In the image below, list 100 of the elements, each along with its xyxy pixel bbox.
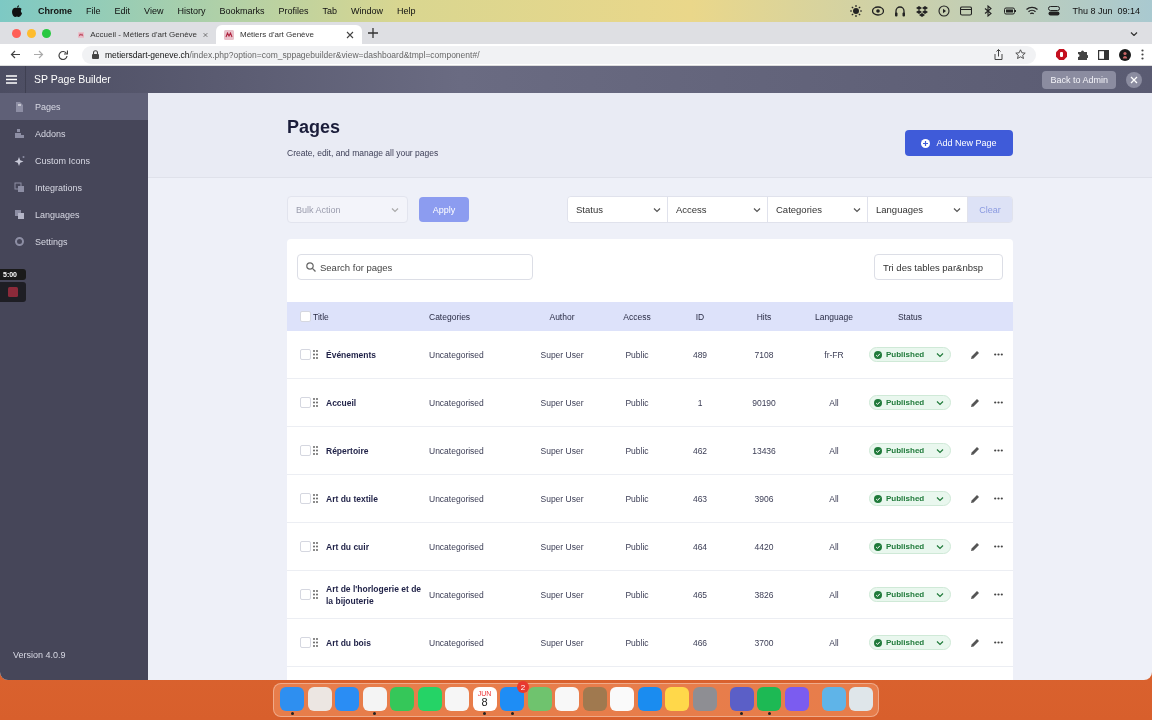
stop-sign-icon[interactable] <box>1056 49 1067 60</box>
search-field[interactable]: Search for pages <box>297 254 533 280</box>
published-dropdown[interactable]: Published <box>869 491 951 506</box>
checkbox[interactable] <box>299 311 311 322</box>
filter-select[interactable]: Languages <box>868 197 968 222</box>
more-icon[interactable] <box>994 401 1003 404</box>
sidebar-item[interactable]: Pages <box>0 93 148 120</box>
published-dropdown[interactable]: Published <box>869 635 951 650</box>
published-dropdown[interactable]: Published <box>869 587 951 602</box>
close-icon[interactable] <box>346 30 354 39</box>
checkbox[interactable] <box>299 493 311 504</box>
pencil-icon[interactable] <box>970 397 980 408</box>
page-title-link[interactable]: Art du textile <box>326 492 378 505</box>
page-title-link[interactable]: Art du bois <box>326 636 371 649</box>
filter-select[interactable]: Categories <box>768 197 868 222</box>
share-icon[interactable] <box>994 49 1003 60</box>
drag-handle-icon[interactable] <box>313 398 318 407</box>
side-panel-icon[interactable] <box>1098 49 1109 60</box>
star-icon[interactable] <box>1015 49 1026 60</box>
pencil-icon[interactable] <box>970 493 980 504</box>
bluetooth-icon <box>982 5 995 17</box>
drag-handle-icon[interactable] <box>313 350 318 359</box>
menu-item[interactable]: Edit <box>114 6 131 16</box>
page-title-link[interactable]: Répertoire <box>326 444 369 457</box>
drag-handle-icon[interactable] <box>313 494 318 503</box>
favicon-icon <box>224 29 234 40</box>
back-icon[interactable] <box>10 50 20 59</box>
clock[interactable]: Thu 8 Jun 09:14 <box>1072 6 1140 16</box>
pencil-icon[interactable] <box>970 445 980 456</box>
menu-item[interactable]: Profiles <box>278 6 309 16</box>
app-icon[interactable] <box>362 687 387 711</box>
app-icon[interactable] <box>445 687 469 711</box>
menu-icon[interactable] <box>6 75 17 84</box>
more-icon[interactable] <box>1141 49 1144 60</box>
close-icon[interactable] <box>1126 71 1142 88</box>
sidebar-item[interactable]: Custom Icons <box>0 147 148 174</box>
page-title-link[interactable]: Art de l'horlogerie et de la bijouterie <box>326 582 425 607</box>
puzzle-icon[interactable] <box>1077 49 1088 60</box>
more-icon[interactable] <box>994 449 1003 452</box>
published-dropdown[interactable]: Published <box>869 443 951 458</box>
menu-item[interactable]: View <box>144 6 164 16</box>
table-cell: Super User <box>540 445 584 456</box>
sort-select[interactable]: Tri des tables par&nbsp <box>874 254 1003 280</box>
sidebar-item[interactable]: Addons <box>0 120 148 147</box>
page-title-link[interactable]: Art du cuir <box>326 540 369 553</box>
drag-handle-icon[interactable] <box>313 446 318 455</box>
pencil-icon[interactable] <box>970 589 980 600</box>
browser-tab[interactable]: Métiers d'art Genève <box>216 25 362 44</box>
table-cell: 3826 <box>754 589 774 600</box>
drag-handle-icon[interactable] <box>313 542 318 551</box>
checkbox[interactable] <box>299 445 311 456</box>
favicon-icon <box>78 29 85 40</box>
menu-item[interactable]: Tab <box>322 6 337 16</box>
published-dropdown[interactable]: Published <box>869 539 951 554</box>
more-icon[interactable] <box>994 545 1003 548</box>
more-icon[interactable] <box>994 497 1003 500</box>
chevron-down-icon <box>936 399 944 406</box>
app-menu[interactable]: Chrome <box>38 6 72 16</box>
menu-item[interactable]: Bookmarks <box>219 6 265 16</box>
checkbox[interactable] <box>299 541 311 552</box>
drag-handle-icon[interactable] <box>313 638 318 647</box>
add-new-page-button[interactable]: Add New Page <box>905 130 1013 156</box>
pencil-icon[interactable] <box>970 349 980 360</box>
checkbox[interactable] <box>299 589 311 600</box>
checkbox[interactable] <box>299 397 311 408</box>
chevron-down-icon[interactable] <box>1130 30 1138 36</box>
checkbox[interactable] <box>299 637 311 648</box>
filter-select[interactable]: Access <box>668 197 768 222</box>
pencil-icon[interactable] <box>970 637 980 648</box>
page-title-link[interactable]: Événements <box>326 348 377 361</box>
table-cell: Uncategorised <box>429 445 484 456</box>
app-icon[interactable] <box>610 687 634 711</box>
pencil-icon[interactable] <box>970 541 980 552</box>
menu-item[interactable]: Help <box>397 6 416 16</box>
app-icon[interactable] <box>555 687 579 711</box>
sidebar-item[interactable]: Languages <box>0 201 148 228</box>
table-cell: Uncategorised <box>429 589 484 600</box>
menu-item[interactable]: File <box>86 6 101 16</box>
menu-item[interactable]: History <box>177 6 206 16</box>
avatar-icon[interactable] <box>1119 48 1131 61</box>
menu-item[interactable]: Window <box>350 6 383 16</box>
sidebar-item[interactable]: Integrations <box>0 174 148 201</box>
filter-select[interactable]: Status <box>568 197 668 222</box>
table-cell: 7108 <box>754 349 774 360</box>
address-field[interactable]: metiersdart-geneve.ch/index.php?option=com_sppagebuilder&view=dashboard&tmpl=component#/ <box>82 45 1036 64</box>
more-icon[interactable] <box>994 641 1003 644</box>
more-icon[interactable] <box>994 593 1003 596</box>
table-cell: 463 <box>692 493 708 504</box>
page-title-link[interactable]: Accueil <box>326 396 357 409</box>
squares-icon <box>14 208 25 221</box>
browser-tab[interactable]: Accueil - Métiers d'art Genève <box>70 25 216 44</box>
new-tab-icon[interactable] <box>368 28 378 38</box>
sidebar-item[interactable]: Settings <box>0 228 148 255</box>
published-dropdown[interactable]: Published <box>869 347 951 362</box>
drag-handle-icon[interactable] <box>313 590 318 599</box>
checkbox[interactable] <box>299 349 311 360</box>
reload-icon[interactable] <box>58 49 68 60</box>
table-cell: All <box>829 589 839 600</box>
published-dropdown[interactable]: Published <box>869 395 951 410</box>
more-icon[interactable] <box>994 353 1003 356</box>
